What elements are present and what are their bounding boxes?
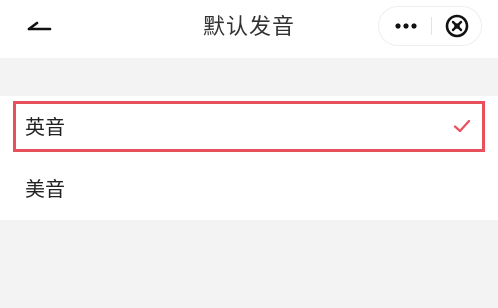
close-circle-icon [445, 14, 469, 38]
check-icon [452, 116, 472, 136]
option-american[interactable]: 美音 [0, 158, 498, 220]
more-dots-icon [395, 23, 417, 29]
pronunciation-option-list: 英音 美音 [0, 96, 498, 220]
option-british[interactable]: 英音 [0, 96, 498, 158]
navigation-bar: 默认发音 [0, 0, 498, 58]
close-button[interactable] [432, 7, 482, 45]
option-label: 英音 [25, 115, 65, 139]
capsule-menu [378, 6, 482, 46]
option-label: 美音 [25, 177, 65, 201]
more-button[interactable] [379, 7, 431, 45]
